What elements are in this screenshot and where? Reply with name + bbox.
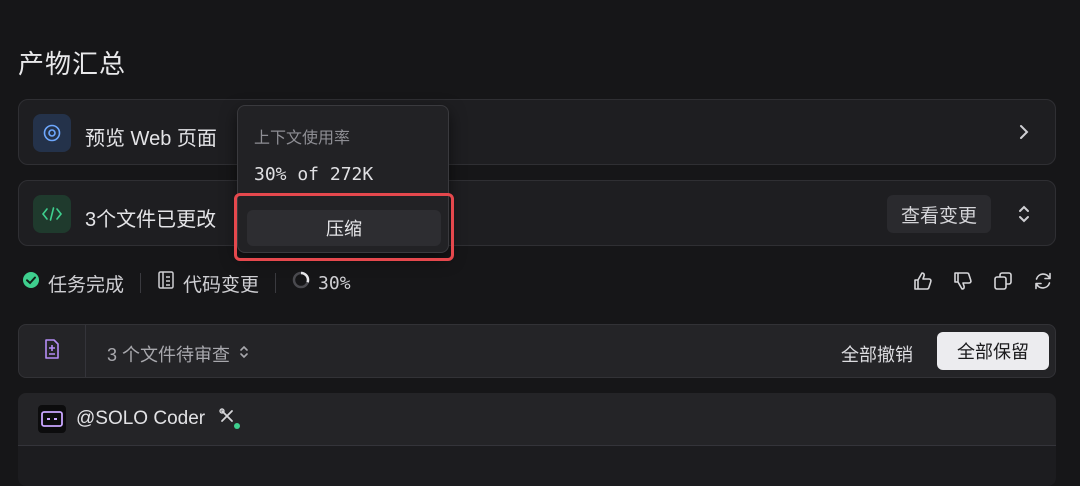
- coder-panel: @SOLO Coder: [18, 393, 1056, 486]
- code-changes-label: 代码变更: [183, 274, 260, 296]
- preview-web-label: 预览 Web 页面: [85, 128, 217, 150]
- chevron-right-icon[interactable]: [1017, 122, 1031, 147]
- code-icon: [33, 195, 71, 233]
- task-complete-label: 任务完成: [48, 274, 125, 296]
- status-row: 任务完成 代码变更 30%: [22, 268, 351, 298]
- review-bar: 3 个文件待审查 全部撤销 全部保留: [18, 324, 1056, 378]
- context-usage-indicator[interactable]: 30%: [292, 271, 351, 295]
- context-percent: 30%: [318, 272, 351, 294]
- page-title: 产物汇总: [18, 49, 127, 79]
- view-changes-button[interactable]: 查看变更: [886, 195, 991, 233]
- task-complete-status: 任务完成: [22, 270, 124, 297]
- undo-all-button[interactable]: 全部撤销: [841, 341, 913, 367]
- check-circle-icon: [22, 271, 40, 295]
- code-changes-link[interactable]: 代码变更: [157, 270, 259, 297]
- diff-file-icon: [157, 270, 175, 296]
- tools-icon: [218, 407, 242, 436]
- compass-icon: [33, 114, 71, 152]
- thumbs-up-icon[interactable]: [912, 270, 934, 297]
- compress-button[interactable]: 压缩: [247, 210, 441, 246]
- files-changed-label: 3个文件已更改: [85, 209, 217, 231]
- progress-ring-icon: [292, 271, 310, 295]
- files-pending-review[interactable]: 3 个文件待审查: [107, 341, 250, 367]
- context-usage-popup: 上下文使用率 30% of 272K 压缩: [237, 105, 449, 253]
- robot-avatar-icon: [38, 405, 66, 433]
- copy-icon[interactable]: [992, 270, 1014, 297]
- coder-input-area[interactable]: [18, 445, 1056, 486]
- preview-web-card[interactable]: 预览 Web 页面: [18, 99, 1056, 165]
- chevron-updown-icon: [238, 343, 250, 366]
- divider: [140, 273, 142, 293]
- files-changed-card[interactable]: 3个文件已更改 查看变更: [18, 180, 1056, 246]
- refresh-icon[interactable]: [1032, 270, 1054, 297]
- keep-all-button[interactable]: 全部保留: [937, 332, 1049, 370]
- diff-icon-cell[interactable]: [19, 325, 86, 377]
- feedback-actions: [912, 270, 1054, 297]
- divider: [275, 273, 277, 293]
- files-pending-review-label: 3 个文件待审查: [107, 345, 231, 365]
- popup-usage-value: 30% of 272K: [254, 164, 374, 185]
- chevron-updown-icon[interactable]: [1017, 203, 1031, 230]
- file-diff-icon: [42, 338, 62, 365]
- thumbs-down-icon[interactable]: [952, 270, 974, 297]
- popup-title: 上下文使用率: [254, 130, 351, 147]
- coder-name: @SOLO Coder: [76, 408, 206, 429]
